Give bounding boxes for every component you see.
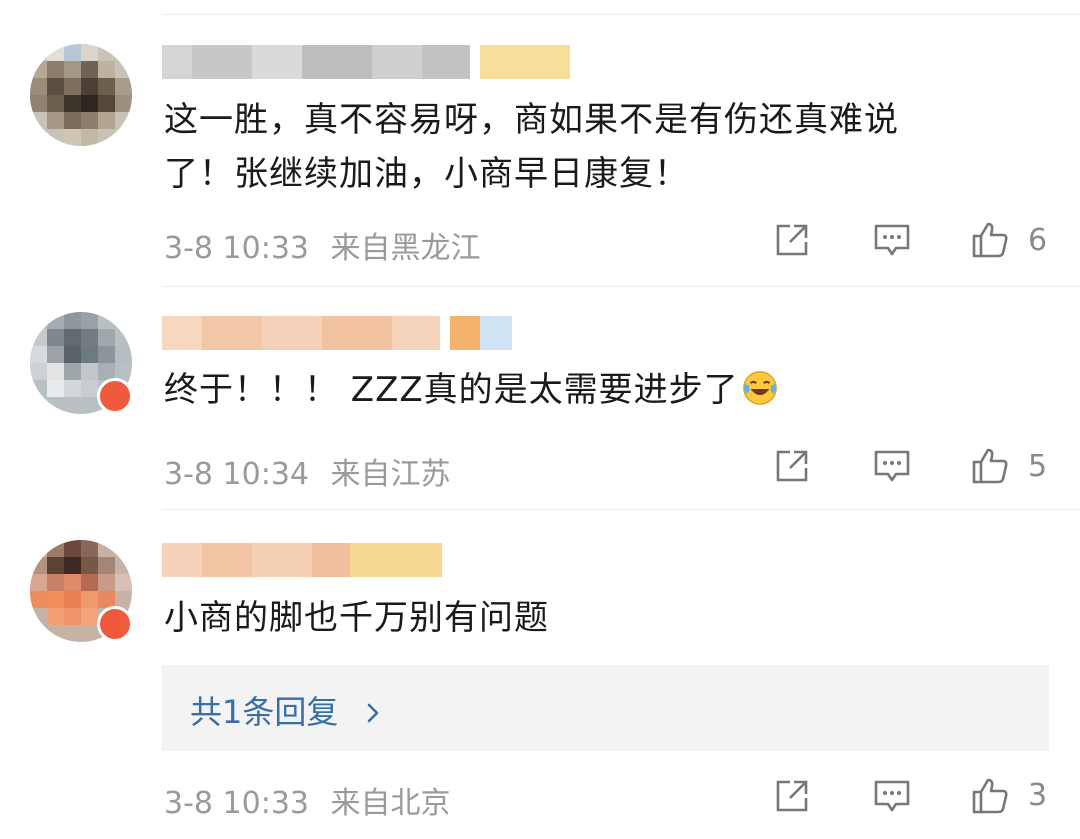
- comment-text: 小商的脚也千万别有问题: [164, 598, 549, 638]
- thumbs-up-icon[interactable]: [970, 446, 1010, 486]
- thumbs-up-icon[interactable]: [970, 776, 1010, 816]
- comment-meta: 3-8 10:33 来自黑龙江: [164, 223, 481, 267]
- like-count: 3: [1028, 778, 1048, 813]
- share-icon[interactable]: [772, 776, 812, 816]
- like-count: 5: [1028, 449, 1048, 484]
- comment-location: 来自黑龙江: [330, 231, 481, 266]
- username-blurred[interactable]: [162, 543, 442, 577]
- verified-badge: [97, 378, 133, 414]
- replies-count-label: 共1条回复: [190, 693, 339, 731]
- avatar[interactable]: [30, 44, 132, 146]
- chevron-right-icon: [367, 703, 378, 723]
- replies-expander[interactable]: 共1条回复: [162, 665, 1049, 751]
- comment-date: 3-8 10:34: [164, 457, 309, 492]
- comment-icon[interactable]: [872, 776, 912, 816]
- share-icon[interactable]: [772, 220, 812, 260]
- comment-icon[interactable]: [872, 446, 912, 486]
- top-divider: [162, 14, 1080, 15]
- share-icon[interactable]: [772, 446, 812, 486]
- divider: [162, 286, 1080, 287]
- comment-date: 3-8 10:33: [164, 786, 309, 821]
- comment-text: 这一胜，真不容易呀，商如果不是有伤还真难说 了！张继续加油，小商早日康复！: [164, 100, 899, 194]
- comment-date: 3-8 10:33: [164, 231, 309, 266]
- verified-badge: [97, 606, 133, 642]
- username-blurred[interactable]: [162, 45, 572, 79]
- comment-meta: 3-8 10:33 来自北京: [164, 778, 451, 822]
- divider: [162, 509, 1080, 510]
- like-count: 6: [1028, 223, 1048, 258]
- comment-icon[interactable]: [872, 220, 912, 260]
- comment-location: 来自江苏: [330, 457, 451, 492]
- laughing-tears-emoji: [742, 371, 777, 405]
- comment-meta: 3-8 10:34 来自江苏: [164, 449, 451, 493]
- comment-text: 终于！！！ ZZZ真的是太需要进步了: [164, 364, 1024, 416]
- comment-location: 来自北京: [330, 786, 451, 821]
- thumbs-up-icon[interactable]: [970, 220, 1010, 260]
- username-blurred[interactable]: [162, 316, 512, 350]
